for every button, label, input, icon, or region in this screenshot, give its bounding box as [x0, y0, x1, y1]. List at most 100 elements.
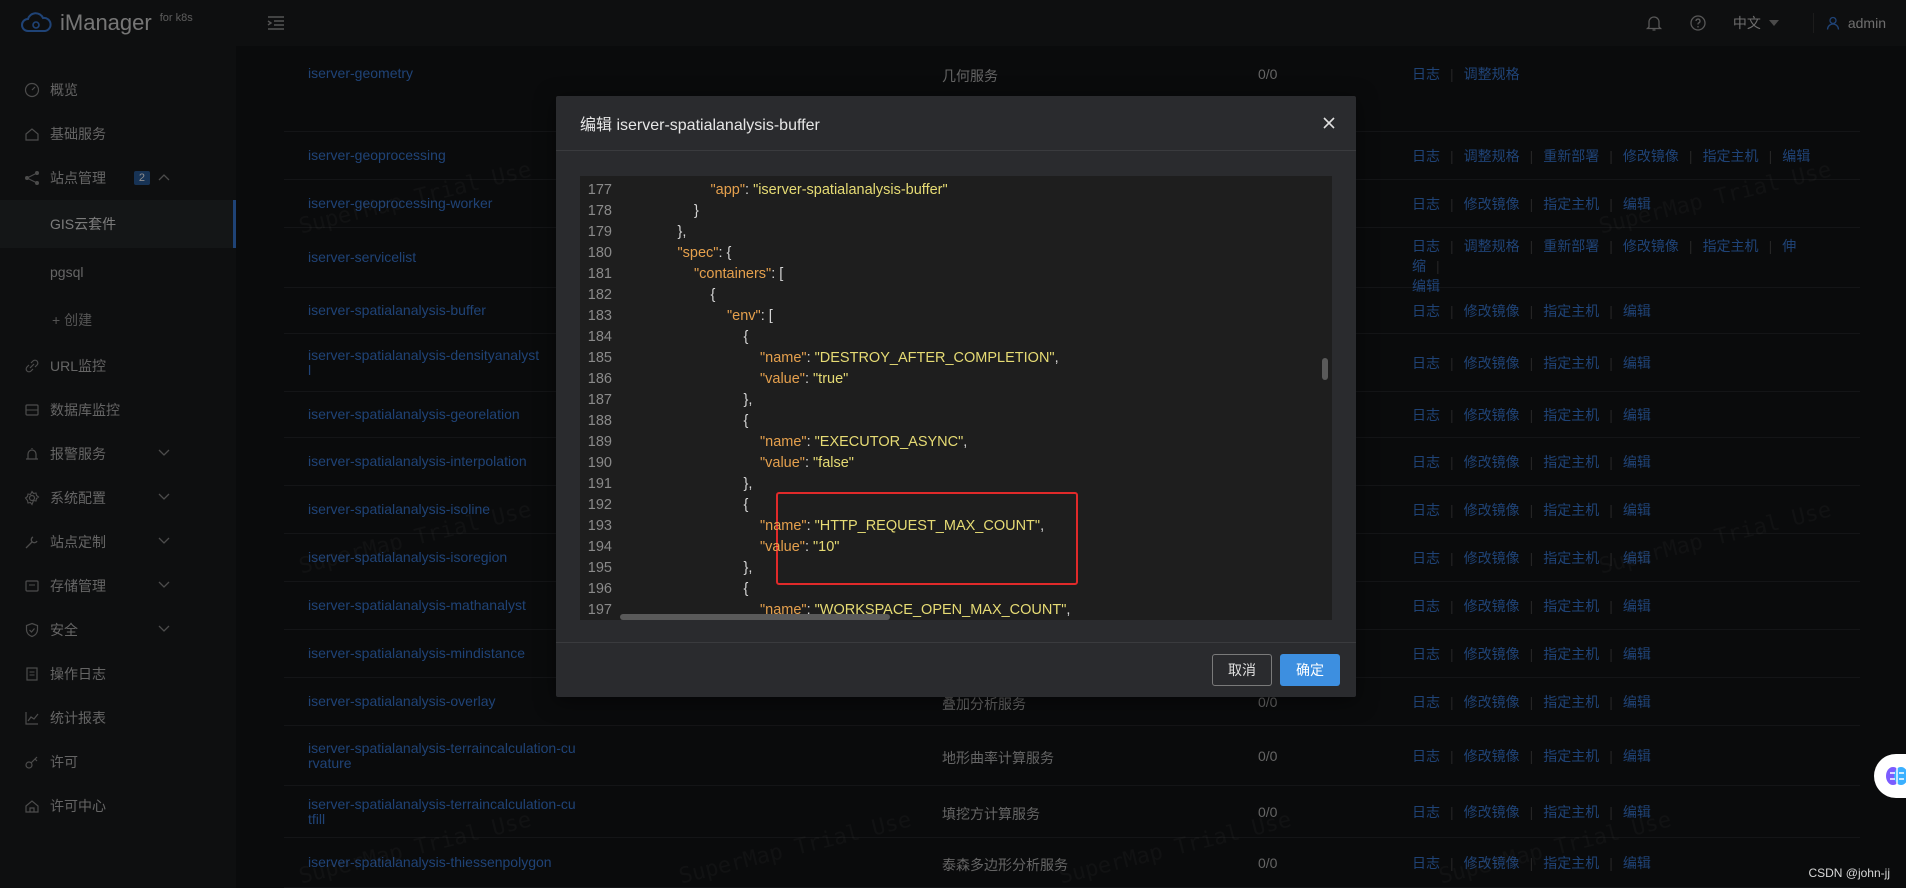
code-line: 191}, [580, 474, 1320, 495]
code-text: "name": "WORKSPACE_OPEN_MAX_COUNT", [760, 600, 1070, 620]
line-number: 184 [587, 329, 612, 345]
code-text: "value": "false" [760, 453, 854, 474]
code-text: }, [744, 390, 753, 411]
line-number: 197 [587, 602, 612, 618]
code-line: 195}, [580, 558, 1320, 579]
code-text: { [744, 495, 749, 516]
json-key: "name" [760, 602, 807, 618]
code-text: }, [678, 222, 687, 243]
json-string: "EXECUTOR_ASYNC" [814, 434, 964, 450]
code-line: 182 { [580, 285, 1320, 306]
json-key: "containers" [694, 266, 772, 282]
json-punctuation: , [1040, 518, 1045, 534]
line-number: 177 [587, 182, 612, 198]
json-punctuation: }, [677, 224, 687, 240]
json-key: "env" [727, 308, 761, 324]
json-string: "true" [813, 371, 849, 387]
json-punctuation: : [806, 434, 815, 450]
code-line: 186 "value": "true" [580, 369, 1320, 390]
cancel-button[interactable]: 取消 [1212, 654, 1272, 686]
json-punctuation: : { [718, 245, 732, 261]
line-number: 190 [587, 455, 612, 471]
json-punctuation: : [ [771, 266, 784, 282]
json-key: "name" [760, 350, 807, 366]
code-line: 190 "value": "false" [580, 453, 1320, 474]
json-punctuation: { [743, 497, 749, 513]
code-text: }, [744, 474, 753, 495]
line-number: 189 [587, 434, 612, 450]
code-text: }, [744, 558, 753, 579]
line-number: 179 [587, 224, 612, 240]
brain-icon [1886, 767, 1906, 785]
dialog-title: 编辑 iserver-spatialanalysis-buffer [580, 117, 820, 134]
code-text: "name": "DESTROY_AFTER_COMPLETION", [760, 348, 1059, 369]
code-text: { [744, 579, 749, 600]
code-text: } [694, 201, 699, 222]
json-punctuation: : [ [760, 308, 773, 324]
json-punctuation: { [710, 287, 716, 303]
json-punctuation: } [694, 203, 699, 219]
code-text: "name": "EXECUTOR_ASYNC", [760, 432, 967, 453]
close-icon[interactable] [1322, 116, 1336, 130]
json-key: "value" [760, 539, 805, 555]
code-line: 178} [580, 201, 1320, 222]
code-line: 185 "name": "DESTROY_AFTER_COMPLETION", [580, 348, 1320, 369]
json-punctuation: : [806, 602, 815, 618]
json-punctuation: : [806, 518, 815, 534]
dialog-header: 编辑 iserver-spatialanalysis-buffer [556, 96, 1356, 151]
footer-credit: CSDN @john-jj [1808, 866, 1890, 880]
dialog-footer: 取消 确定 [556, 642, 1356, 697]
json-key: "spec" [677, 245, 719, 261]
line-number: 194 [587, 539, 612, 555]
json-string: "iserver-spatialanalysis-buffer" [753, 182, 948, 198]
line-number: 181 [587, 266, 612, 282]
code-line: 192 { [580, 495, 1320, 516]
json-punctuation: : [804, 455, 814, 471]
code-line: 180 "spec": { [580, 243, 1320, 264]
json-key: "value" [760, 455, 805, 471]
code-text: "env": [ [727, 306, 773, 327]
code-line: 189 "name": "EXECUTOR_ASYNC", [580, 432, 1320, 453]
json-punctuation: : [745, 182, 754, 198]
json-punctuation: }, [743, 476, 753, 492]
json-string: "HTTP_REQUEST_MAX_COUNT" [814, 518, 1041, 534]
code-text: "name": "HTTP_REQUEST_MAX_COUNT", [760, 516, 1044, 537]
json-punctuation: { [743, 413, 749, 429]
code-line: 197 "name": "WORKSPACE_OPEN_MAX_COUNT", [580, 600, 1320, 620]
json-punctuation: }, [743, 560, 753, 576]
code-line: 196 { [580, 579, 1320, 600]
json-punctuation: { [743, 581, 749, 597]
json-key: "name" [760, 434, 807, 450]
json-punctuation: { [743, 329, 749, 345]
json-key: "value" [760, 371, 805, 387]
code-line: 193 "name": "HTTP_REQUEST_MAX_COUNT", [580, 516, 1320, 537]
code-text: "containers": [ [694, 264, 783, 285]
json-punctuation: }, [743, 392, 753, 408]
code-line: 183 "env": [ [580, 306, 1320, 327]
code-text: "spec": { [678, 243, 732, 264]
json-punctuation: : [804, 539, 814, 555]
line-number: 186 [587, 371, 612, 387]
json-string: "10" [813, 539, 840, 555]
json-key: "name" [760, 518, 807, 534]
json-punctuation: , [1066, 602, 1071, 618]
vertical-scrollbar[interactable] [1322, 358, 1328, 380]
line-number: 192 [587, 497, 612, 513]
line-number: 193 [587, 518, 612, 534]
code-text: "app": "iserver-spatialanalysis-buffer" [711, 180, 948, 201]
line-number: 178 [587, 203, 612, 219]
json-code-editor[interactable]: 177 "app": "iserver-spatialanalysis-buffe… [580, 176, 1332, 620]
line-number: 196 [587, 581, 612, 597]
json-key: "app" [710, 182, 746, 198]
code-text: "value": "true" [760, 369, 848, 390]
line-number: 188 [587, 413, 612, 429]
code-line: 184 { [580, 327, 1320, 348]
code-line: 181 "containers": [ [580, 264, 1320, 285]
json-string: "false" [813, 455, 854, 471]
code-line: 194 "value": "10" [580, 537, 1320, 558]
line-number: 183 [587, 308, 612, 324]
json-punctuation: , [963, 434, 968, 450]
confirm-button[interactable]: 确定 [1280, 654, 1340, 686]
code-line: 188 { [580, 411, 1320, 432]
line-number: 180 [587, 245, 612, 261]
